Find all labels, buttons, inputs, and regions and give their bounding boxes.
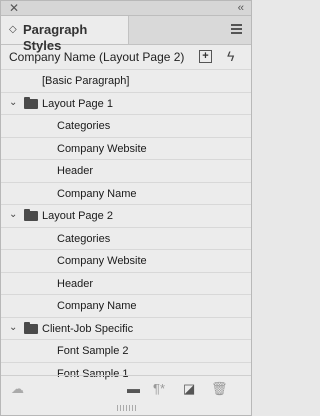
list-item[interactable]: Font Sample 2 (1, 339, 251, 362)
list-item[interactable]: Company Website (1, 249, 251, 272)
folder-icon (24, 209, 38, 221)
tab-row: ◇ Paragraph Styles (1, 16, 251, 53)
sort-arrows-icon: ◇ (9, 24, 17, 35)
style-label: [Basic Paragraph] (42, 75, 130, 87)
folder-icon (24, 96, 38, 109)
group-row-layout-page-2[interactable]: ⌄ Layout Page 2 (1, 204, 251, 227)
style-label: Company Name (57, 187, 137, 200)
group-label: Client-Job Specific (42, 322, 134, 335)
cloud-library-icon[interactable]: ☁ (11, 381, 24, 397)
panel-footer: ☁ ▬ ¶* ◪ 🗑 (1, 375, 251, 402)
style-label: Header (57, 165, 94, 177)
style-label: Company Website (57, 255, 147, 267)
current-style-name: Company Name (Layout Page 2) (9, 50, 185, 64)
create-new-style-icon[interactable]: ◪ (183, 381, 195, 397)
group-label: Layout Page 2 (42, 210, 113, 222)
chevron-down-icon[interactable]: ⌄ (9, 321, 17, 335)
list-item[interactable]: Header (1, 271, 251, 295)
resize-grip-icon[interactable] (117, 405, 137, 411)
list-item[interactable]: Categories (1, 226, 251, 250)
clear-overrides-icon[interactable]: ¶* (153, 381, 165, 397)
new-style-from-selection-icon[interactable]: + (199, 50, 212, 63)
hamburger-menu-icon[interactable] (231, 22, 243, 36)
list-item[interactable]: Company Name (1, 294, 251, 317)
tab-paragraph-styles[interactable]: ◇ Paragraph Styles (1, 16, 129, 53)
new-group-folder-icon[interactable]: ▬ (127, 381, 140, 397)
list-item[interactable]: Header (1, 159, 251, 182)
style-label: Categories (57, 120, 111, 132)
quick-apply-icon[interactable]: ϟ (227, 48, 234, 64)
style-label: Company Name (57, 300, 137, 312)
list-item[interactable]: Categories (1, 114, 251, 137)
list-item[interactable]: Company Name (1, 181, 251, 205)
style-label: Categories (57, 232, 111, 245)
chevron-down-icon[interactable]: ⌄ (9, 208, 17, 222)
close-icon[interactable]: ✕ (9, 1, 19, 15)
group-label: Layout Page 1 (42, 97, 113, 110)
list-item-basic-paragraph[interactable]: [Basic Paragraph] (1, 69, 251, 92)
collapse-panel-icon[interactable]: ‹‹ (238, 1, 244, 15)
paragraph-styles-panel: ✕ ‹‹ ◇ Paragraph Styles Company Name (La… (0, 0, 252, 416)
style-list: [Basic Paragraph] ⌄ Layout Page 1 Catego… (1, 69, 251, 384)
chevron-down-icon[interactable]: ⌄ (9, 96, 17, 110)
style-label: Company Website (57, 142, 147, 155)
group-row-client-job-specific[interactable]: ⌄ Client-Job Specific (1, 316, 251, 340)
panel-titlebar: ✕ ‹‹ (1, 1, 251, 16)
current-style-bar: Company Name (Layout Page 2) + ϟ (1, 45, 251, 69)
list-item[interactable]: Company Website (1, 136, 251, 160)
group-row-layout-page-1[interactable]: ⌄ Layout Page 1 (1, 91, 251, 115)
folder-icon (24, 321, 38, 334)
trash-icon[interactable]: 🗑 (211, 381, 228, 397)
style-label: Font Sample 2 (57, 345, 129, 357)
style-label: Header (57, 277, 94, 290)
